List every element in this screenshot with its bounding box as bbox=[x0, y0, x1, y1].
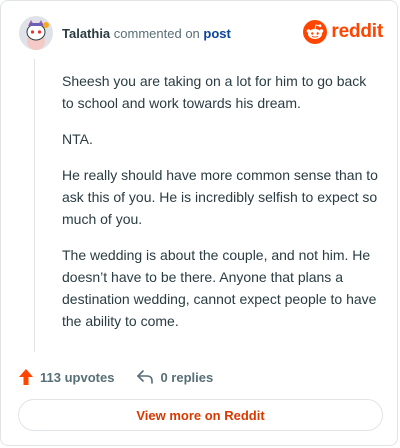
post-link[interactable]: post bbox=[203, 26, 230, 41]
upvote-group[interactable]: 113 upvotes bbox=[18, 368, 114, 386]
comment-action-text: commented on bbox=[113, 26, 200, 41]
reddit-logo-icon bbox=[303, 20, 328, 44]
author-line: Talathia commented on post bbox=[62, 26, 231, 41]
reddit-wordmark: reddit bbox=[331, 21, 383, 42]
reply-arrow-icon bbox=[137, 370, 154, 384]
avatar[interactable] bbox=[18, 15, 54, 51]
comment-paragraph: NTA. bbox=[62, 131, 93, 147]
comment-embed-card: Talathia commented on post reddit Sheesh… bbox=[0, 0, 398, 446]
comment-body: Sheesh you are taking on a lot for him t… bbox=[62, 70, 380, 346]
reply-count: 0 replies bbox=[160, 369, 214, 385]
upvote-arrow-icon bbox=[19, 369, 33, 385]
thread-line bbox=[34, 59, 35, 352]
reply-group[interactable]: 0 replies bbox=[114, 369, 213, 385]
comment-paragraph: Sheesh you are taking on a lot for him t… bbox=[62, 73, 367, 111]
comment-paragraph: He really should have more common sense … bbox=[62, 167, 378, 227]
comment-header: Talathia commented on post reddit bbox=[18, 15, 383, 51]
view-more-button[interactable]: View more on Reddit bbox=[18, 399, 383, 431]
comment-footer: 113 upvotes 0 replies bbox=[18, 367, 213, 387]
upvote-count: 113 upvotes bbox=[40, 369, 115, 385]
comment-paragraph: The wedding is about the couple, and not… bbox=[62, 247, 377, 329]
author-name[interactable]: Talathia bbox=[62, 26, 110, 41]
reddit-brand[interactable]: reddit bbox=[303, 19, 383, 45]
